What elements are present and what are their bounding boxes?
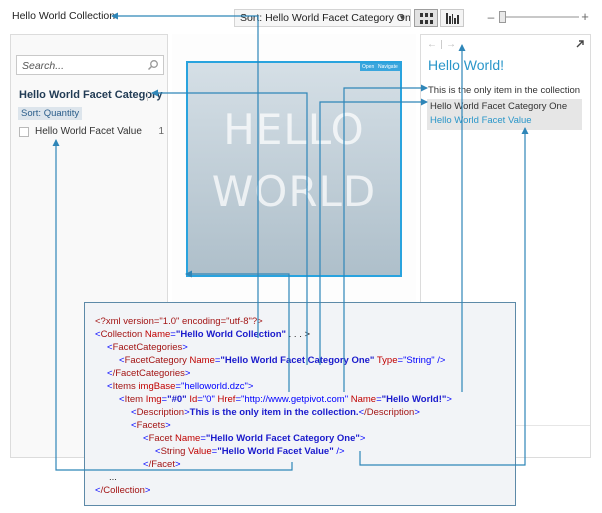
xml-line-12: </Facet> <box>143 459 181 470</box>
graph-view-button[interactable] <box>440 9 464 27</box>
item-tile[interactable]: Open Navigate HELLO WORLD <box>186 61 402 277</box>
forward-arrow-icon[interactable]: → <box>446 39 456 50</box>
xml-ellipsis: ... <box>109 472 117 483</box>
xml-attr: Href <box>217 394 236 405</box>
xml-line-1: <?xml version="1.0" encoding="utf-8"?> <box>95 315 263 328</box>
xml-text: This is the only item in the collection. <box>189 407 359 418</box>
xml-line-5: </FacetCategories> <box>107 368 191 379</box>
xml-attr: Img <box>145 394 162 405</box>
item-title: Hello World! <box>428 57 504 73</box>
nav-divider <box>441 40 442 49</box>
xml-tag: Facet <box>148 433 173 444</box>
xml-tag: /Facet <box>148 459 175 470</box>
xml-tag: /FacetCategories <box>112 368 185 379</box>
item-facets: Hello World Facet Category One Hello Wor… <box>427 99 582 130</box>
xml-attr: Value <box>188 446 212 457</box>
search-icon[interactable] <box>147 59 159 71</box>
zoom-in-button[interactable]: + <box>580 10 590 23</box>
xml-value: "helloworld.dzc" <box>180 381 248 392</box>
xml-tag: Facets <box>136 420 166 431</box>
xml-declaration: <?xml version="1.0" encoding="utf-8"?> <box>95 316 263 327</box>
xml-tag: String <box>160 446 186 457</box>
grid-view-button[interactable] <box>414 9 438 27</box>
xml-attr: Name <box>144 329 171 340</box>
tile-text-line-1: HELLO <box>223 105 365 154</box>
xml-ellipsis: . . . > <box>286 329 311 340</box>
xml-attr: Name <box>350 394 377 405</box>
item-facet-name: Hello World Facet Category One <box>430 101 568 112</box>
xml-value: "http://www.getpivot.com" <box>241 394 349 405</box>
xml-value: "#0" <box>167 394 187 405</box>
xml-value: "Hello World Facet Category One" <box>220 355 375 366</box>
xml-value: "Hello World Facet Value" <box>217 446 334 457</box>
xml-tag: Collection <box>100 329 143 340</box>
xml-attr: Name <box>174 433 201 444</box>
xml-attr: Name <box>189 355 215 366</box>
xml-tag: Description <box>136 407 185 418</box>
sort-dropdown-label: Sort: Hello World Facet Category One <box>240 12 411 24</box>
grid-view-icon <box>420 13 433 24</box>
xml-code-box: <?xml version="1.0" encoding="utf-8"?> <… <box>84 302 516 506</box>
search-box[interactable] <box>16 55 164 75</box>
facet-value-label: Hello World Facet Value <box>35 126 142 137</box>
xml-line-3: <FacetCategories> <box>107 342 188 353</box>
open-button[interactable]: Open <box>360 63 377 71</box>
facet-value-count: 1 <box>158 126 164 137</box>
zoom-out-button[interactable]: – <box>486 11 496 23</box>
graph-view-icon <box>446 13 459 24</box>
xml-line-9: <Facets> <box>131 420 171 431</box>
xml-tag: /Description <box>364 407 415 418</box>
xml-tag: Items <box>112 381 136 392</box>
xml-line-6: <Items imgBase="helloworld.dzc"> <box>107 381 254 392</box>
tile-text-line-2: WORLD <box>211 167 377 216</box>
item-facet-value-link[interactable]: Hello World Facet Value <box>430 115 532 126</box>
xml-line-13: ... <box>109 471 117 484</box>
zoom-slider-thumb[interactable] <box>499 11 506 23</box>
expand-icon[interactable] <box>575 39 585 49</box>
facet-category-header[interactable]: Hello World Facet Category <box>19 89 162 101</box>
facet-sort-label[interactable]: Sort: Quantity <box>18 107 83 120</box>
xml-value: "Hello World Facet Category One" <box>205 433 360 444</box>
chevron-down-icon: ▼ <box>398 13 406 22</box>
xml-line-7: <Item Img="#0" Id="0" Href="http://www.g… <box>119 394 452 405</box>
toolbar: Hello World Collection Sort: Hello World… <box>4 4 596 30</box>
xml-tag: FacetCategory <box>124 355 187 366</box>
xml-line-10: <Facet Name="Hello World Facet Category … <box>143 433 366 444</box>
xml-value: "String" <box>403 355 435 366</box>
facet-value-checkbox[interactable] <box>19 127 29 137</box>
zoom-slider[interactable] <box>499 11 579 23</box>
search-input[interactable] <box>17 57 137 75</box>
back-arrow-icon[interactable]: ← <box>427 39 437 50</box>
xml-value: "Hello World!" <box>381 394 447 405</box>
navigate-button[interactable]: Navigate <box>376 63 400 71</box>
sort-dropdown[interactable]: Sort: Hello World Facet Category One ▼ <box>234 9 411 27</box>
xml-line-2: <Collection Name="Hello World Collection… <box>95 329 311 340</box>
facet-category-divider <box>147 91 148 101</box>
xml-value: "Hello World Collection" <box>175 329 286 340</box>
xml-tag: Item <box>124 394 144 405</box>
facet-value-row[interactable]: Hello World Facet Value 1 <box>19 126 164 140</box>
xml-value: "0" <box>202 394 215 405</box>
collection-title: Hello World Collection <box>12 10 116 22</box>
xml-tag: FacetCategories <box>112 342 183 353</box>
xml-line-11: <String Value="Hello World Facet Value" … <box>155 446 345 457</box>
item-description: This is the only item in the collection <box>428 85 581 96</box>
xml-line-8: <Description>This is the only item in th… <box>131 407 420 418</box>
xml-tag: /Collection <box>100 485 145 496</box>
xml-attr: imgBase <box>138 381 176 392</box>
xml-line-14: </Collection> <box>95 485 151 496</box>
xml-attr: Type <box>376 355 398 366</box>
xml-line-4: <FacetCategory Name="Hello World Facet C… <box>119 355 446 366</box>
